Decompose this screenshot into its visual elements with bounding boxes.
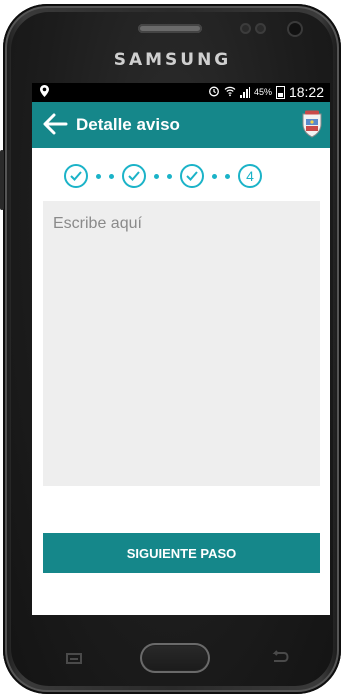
battery-percent: 45% [253, 87, 272, 97]
step-connector [212, 173, 230, 179]
step-connector [154, 173, 172, 179]
progress-stepper: 4 [64, 161, 304, 191]
location-icon [40, 85, 49, 100]
description-textarea[interactable] [43, 201, 320, 486]
signal-icon [239, 86, 250, 98]
home-button[interactable] [140, 643, 210, 673]
back-arrow-icon[interactable] [42, 111, 68, 137]
step-2-check-icon [122, 164, 146, 188]
front-camera [289, 23, 301, 35]
step-1-check-icon [64, 164, 88, 188]
menu-key-icon[interactable] [66, 653, 82, 664]
alarm-icon [208, 85, 220, 100]
clock: 18:22 [288, 84, 324, 100]
brand-logo: SAMSUNG [113, 50, 232, 70]
step-3-check-icon [180, 164, 204, 188]
proximity-sensor [242, 25, 249, 32]
side-button [0, 150, 4, 210]
status-bar: 45% 18:22 [32, 83, 330, 102]
next-step-button[interactable]: SIGUIENTE PASO [43, 533, 320, 573]
step-4-number: 4 [246, 168, 254, 184]
phone-screen: 45% 18:22 Detalle aviso 4 Escribe aquí S… [32, 83, 330, 615]
page-title: Detalle aviso [76, 115, 180, 134]
battery-icon [275, 85, 285, 99]
earpiece-speaker [138, 24, 202, 33]
wifi-icon [224, 85, 236, 100]
coat-of-arms-logo [300, 110, 324, 140]
step-4-current: 4 [238, 164, 262, 188]
app-bar: Detalle aviso [32, 102, 330, 148]
back-key-icon[interactable] [269, 650, 289, 666]
step-connector [96, 173, 114, 179]
status-icons: 45% 18:22 [208, 84, 324, 100]
light-sensor [257, 25, 264, 32]
